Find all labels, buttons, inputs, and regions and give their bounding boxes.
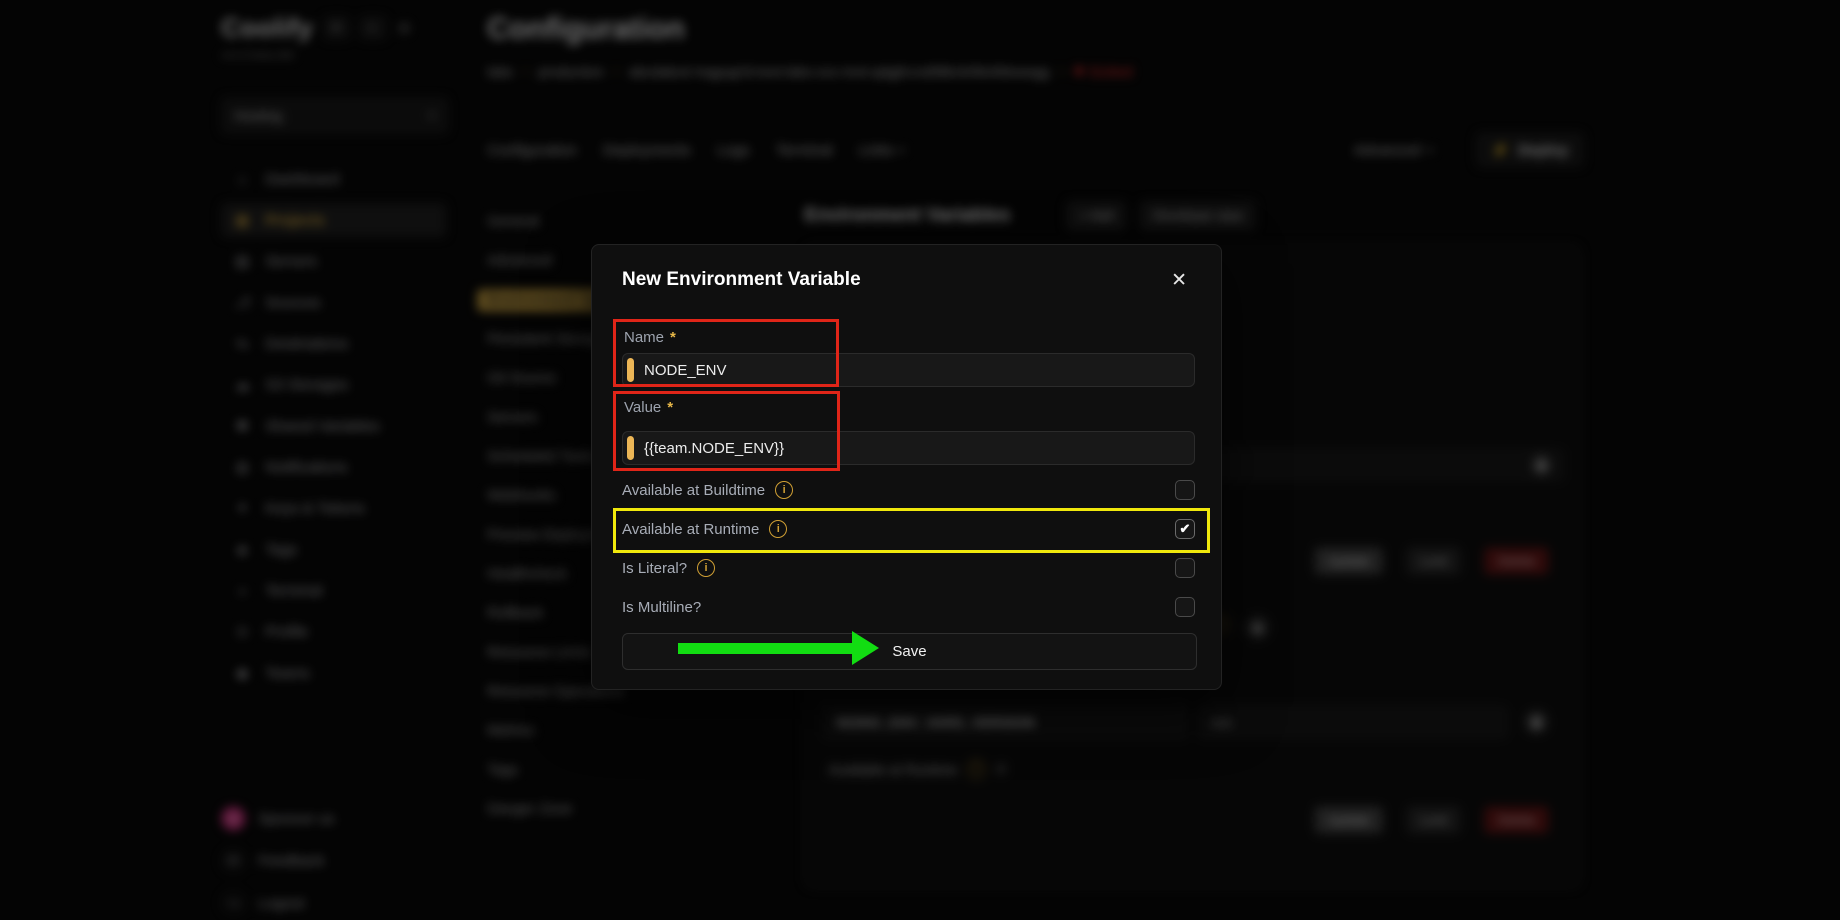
value-input[interactable]: {{team.NODE_ENV}} <box>622 431 1195 465</box>
info-icon[interactable]: i <box>775 481 793 499</box>
info-icon[interactable]: i <box>769 520 787 538</box>
name-input[interactable]: NODE_ENV <box>622 353 1195 387</box>
required-asterisk: * <box>670 329 676 347</box>
new-env-variable-modal: New Environment Variable ✕ Name * NODE_E… <box>591 244 1222 690</box>
modal-title: New Environment Variable <box>622 269 1195 295</box>
runtime-checkbox[interactable]: ✔ <box>1175 519 1195 539</box>
literal-checkbox[interactable] <box>1175 558 1195 578</box>
coolify-app: Coolify ⌘ K ⚙ v4.0.0-beta.360 Hosting ▾ … <box>0 0 1840 920</box>
close-icon[interactable]: ✕ <box>1171 271 1187 290</box>
value-field-label: Value * <box>624 399 1195 417</box>
buildtime-checkbox[interactable] <box>1175 480 1195 500</box>
info-icon[interactable]: i <box>697 559 715 577</box>
required-asterisk: * <box>667 399 673 417</box>
input-accent-bar <box>627 436 634 460</box>
runtime-row: Available at Runtime i ✔ <box>622 518 1195 540</box>
literal-row: Is Literal? i <box>622 557 1195 579</box>
multiline-row: Is Multiline? <box>622 596 1195 618</box>
input-accent-bar <box>627 358 634 382</box>
name-field-label: Name * <box>624 329 1195 347</box>
save-button[interactable]: Save <box>622 633 1197 670</box>
check-icon: ✔ <box>1180 521 1191 537</box>
multiline-checkbox[interactable] <box>1175 597 1195 617</box>
buildtime-row: Available at Buildtime i <box>622 479 1195 501</box>
